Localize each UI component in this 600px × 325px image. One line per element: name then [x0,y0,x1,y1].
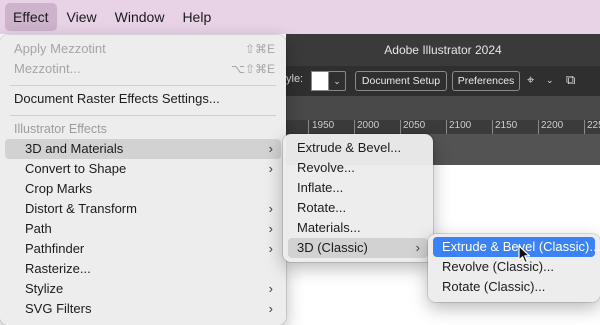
ruler-label: 2200 [541,120,564,131]
menu-item-label: Rotate (Classic)... [442,279,546,294]
menu-item-label: SVG Filters [25,301,92,316]
submenu-arrow-icon: › [268,161,273,176]
menu-item-revolve[interactable]: Revolve... [288,158,428,178]
last-effect-item: Mezzotint... ⌥⇧⌘E [5,59,281,79]
document-setup-button[interactable]: Document Setup [355,71,447,91]
style-label: yle: [286,73,304,85]
preferences-button[interactable]: Preferences [452,71,520,91]
menu-item-rotate-classic[interactable]: Rotate (Classic)... [433,277,595,297]
last-effect-label: Mezzotint... [14,61,81,76]
document-raster-settings-item[interactable]: Document Raster Effects Settings... [5,89,281,109]
horizontal-ruler[interactable]: 1950 2000 2050 2100 2150 2200 225 [286,120,600,135]
ruler-tick [446,120,447,134]
menu-item-label: Extrude & Bevel... [297,140,402,155]
apply-effect-shortcut: ⇧⌘E [244,42,275,56]
menu-item-label: Distort & Transform [25,201,137,216]
menu-item-label: Materials... [297,220,361,235]
menu-bar: Effect View Window Help [0,0,600,34]
menu-item-revolve-classic[interactable]: Revolve (Classic)... [433,257,595,277]
menu-item-3d-and-materials[interactable]: 3D and Materials › [5,139,281,159]
3d-and-materials-submenu: Extrude & Bevel... Revolve... Inflate...… [283,134,433,262]
document-raster-settings-label: Document Raster Effects Settings... [14,91,220,106]
menu-item-path[interactable]: Path › [5,219,281,239]
menu-item-label: 3D and Materials [25,141,124,156]
menu-item-label: Stylize [25,281,64,296]
ruler-label: 225 [587,120,600,131]
menu-item-inflate[interactable]: Inflate... [288,178,428,198]
submenu-arrow-icon: › [268,221,273,236]
menu-item-3d-classic[interactable]: 3D (Classic) › [288,238,428,258]
last-effect-shortcut: ⌥⇧⌘E [231,62,275,76]
ruler-tick [354,120,355,134]
ruler-label: 2100 [449,120,472,131]
menu-item-extrude-bevel[interactable]: Extrude & Bevel... [288,138,428,158]
apply-effect-item: Apply Mezzotint ⇧⌘E [5,39,281,59]
menu-item-distort-transform[interactable]: Distort & Transform › [5,199,281,219]
export-icon[interactable]: ⧉ [566,70,575,90]
menu-item-label: 3D (Classic) [297,240,368,255]
ruler-tick [492,120,493,134]
menu-item-extrude-bevel-classic[interactable]: Extrude & Bevel (Classic)... [433,237,600,257]
menu-help[interactable]: Help [174,3,219,31]
arrange-icon[interactable]: ⌖ [527,70,534,90]
submenu-arrow-icon: › [268,141,273,156]
apply-effect-label: Apply Mezzotint [14,41,106,56]
menu-item-label: Revolve... [297,160,355,175]
menu-item-crop-marks[interactable]: Crop Marks [5,179,281,199]
illustrator-effects-header-label: Illustrator Effects [14,122,107,136]
ruler-tick [400,120,401,134]
illustrator-effects-header: Illustrator Effects [5,119,281,139]
submenu-arrow-icon: › [268,301,273,316]
menu-view[interactable]: View [59,3,105,31]
style-swatch[interactable] [311,71,329,91]
menu-item-rasterize[interactable]: Rasterize... [5,259,281,279]
menu-item-label: Rasterize... [25,261,91,276]
submenu-arrow-icon: › [268,201,273,216]
3d-classic-submenu: Extrude & Bevel (Classic)... Revolve (Cl… [428,234,600,302]
menu-item-svg-filters[interactable]: SVG Filters › [5,299,281,319]
menu-separator [10,85,276,86]
menu-item-stylize[interactable]: Stylize › [5,279,281,299]
menu-item-rotate[interactable]: Rotate... [288,198,428,218]
submenu-arrow-icon: › [268,281,273,296]
menu-item-pathfinder[interactable]: Pathfinder › [5,239,281,259]
style-dropdown-chevron-icon[interactable]: ⌄ [328,71,346,91]
menu-item-label: Path [25,221,52,236]
mouse-pointer-icon [518,245,531,264]
ruler-label: 1950 [312,120,335,131]
ruler-label: 2150 [495,120,518,131]
menu-item-label: Rotate... [297,200,347,215]
menu-item-label: Pathfinder [25,241,85,256]
menu-effect[interactable]: Effect [5,3,57,31]
effect-menu: Apply Mezzotint ⇧⌘E Mezzotint... ⌥⇧⌘E Do… [0,35,286,325]
ruler-tick [308,120,309,134]
ruler-tick [584,120,585,134]
app-title: Adobe Illustrator 2024 [286,34,600,66]
panel-area [286,96,600,120]
menu-item-label: Convert to Shape [25,161,127,176]
menu-item-label: Revolve (Classic)... [442,259,554,274]
menu-item-convert-to-shape[interactable]: Convert to Shape › [5,159,281,179]
submenu-arrow-icon: › [415,240,420,255]
menu-window[interactable]: Window [107,3,173,31]
menu-item-materials[interactable]: Materials... [288,218,428,238]
ruler-tick [538,120,539,134]
menu-separator [10,115,276,116]
chevron-down-icon[interactable]: ⌄ [546,70,554,90]
ruler-label: 2050 [403,120,426,131]
menu-item-label: Inflate... [297,180,344,195]
app-title-text: Adobe Illustrator 2024 [384,43,502,57]
submenu-arrow-icon: › [268,241,273,256]
menu-item-label: Crop Marks [25,181,93,196]
ruler-label: 2000 [357,120,380,131]
